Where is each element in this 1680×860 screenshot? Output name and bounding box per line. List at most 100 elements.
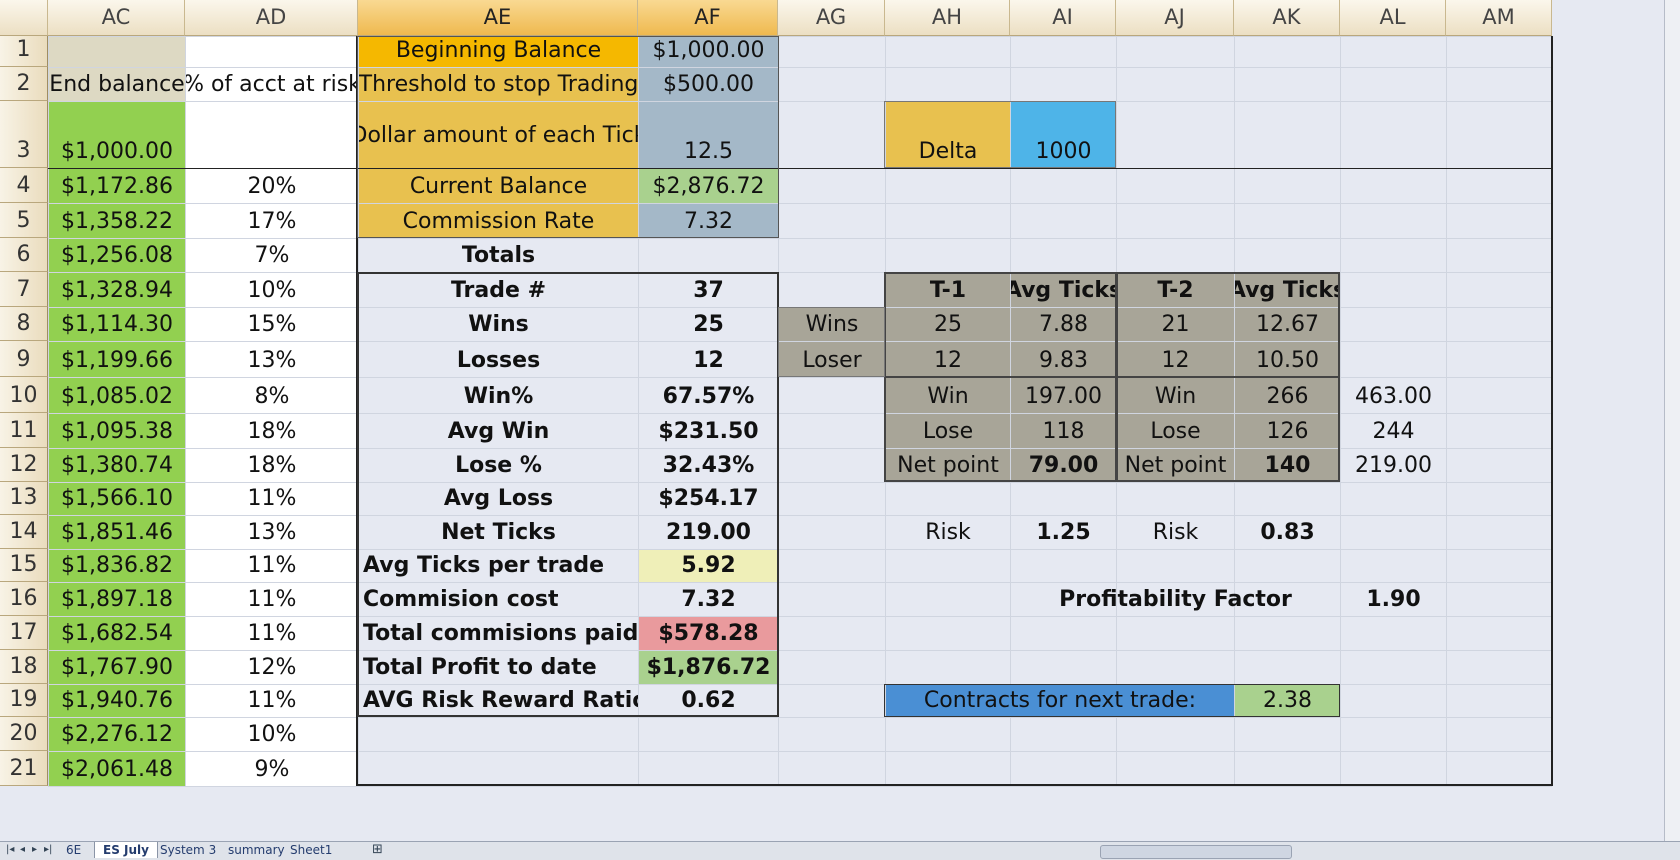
- column-header-ac[interactable]: AC: [48, 0, 185, 36]
- cell-ad8[interactable]: 15%: [186, 308, 358, 341]
- cell-ad18[interactable]: 12%: [186, 651, 358, 684]
- sheet-tab-es-july[interactable]: ES July: [94, 842, 158, 858]
- cell-ak11[interactable]: 126: [1235, 414, 1340, 448]
- cell-ad15[interactable]: 11%: [186, 550, 358, 582]
- row-header-21[interactable]: 21: [0, 751, 48, 786]
- cell-ad2[interactable]: % of acct at risk: [186, 68, 358, 101]
- cell-ad6[interactable]: 7%: [186, 239, 358, 272]
- cell-ah9[interactable]: 12: [886, 342, 1010, 377]
- cell-aj12[interactable]: Net point: [1117, 449, 1234, 482]
- cell-ac19[interactable]: $1,940.76: [49, 685, 185, 717]
- cell-al16[interactable]: 1.90: [1341, 583, 1446, 616]
- cell-ae3[interactable]: Dollar amount of each Tick: [359, 102, 638, 168]
- cell-af18[interactable]: $1,876.72: [639, 651, 778, 684]
- cell-ai9[interactable]: 9.83: [1011, 342, 1116, 377]
- cell-ae10[interactable]: Win%: [359, 378, 638, 413]
- cell-aj7[interactable]: T-2: [1117, 273, 1234, 307]
- cell-ad17[interactable]: 11%: [186, 617, 358, 650]
- cell-ah12[interactable]: Net point: [886, 449, 1010, 482]
- column-header-al[interactable]: AL: [1340, 0, 1446, 36]
- cell-ae19[interactable]: AVG Risk Reward Ratio: [359, 685, 638, 717]
- cell-ad4[interactable]: 20%: [186, 169, 358, 203]
- cell-ad9[interactable]: 13%: [186, 342, 358, 377]
- cell-af16[interactable]: 7.32: [639, 583, 778, 616]
- select-all-corner[interactable]: [0, 0, 48, 36]
- spreadsheet-grid[interactable]: AC AD AE AF AG AH AI AJ AK AL AM 1 2 3 4 5 6 7 8 9 10 11 12 13…: [0, 0, 1664, 841]
- cell-aj10[interactable]: Win: [1117, 378, 1234, 413]
- cell-ac20[interactable]: $2,276.12: [49, 718, 185, 751]
- cell-af7[interactable]: 37: [639, 273, 778, 307]
- row-header-6[interactable]: 6: [0, 238, 48, 272]
- cell-ac11[interactable]: $1,095.38: [49, 414, 185, 448]
- row-header-16[interactable]: 16: [0, 582, 48, 616]
- column-header-ak[interactable]: AK: [1234, 0, 1340, 36]
- cell-ac10[interactable]: $1,085.02: [49, 378, 185, 413]
- cell-ai3[interactable]: 1000: [1011, 102, 1116, 168]
- row-header-15[interactable]: 15: [0, 549, 48, 582]
- cell-ac1[interactable]: [49, 37, 185, 67]
- cell-ae8[interactable]: Wins: [359, 308, 638, 341]
- row-header-20[interactable]: 20: [0, 717, 48, 751]
- cell-ae11[interactable]: Avg Win: [359, 414, 638, 448]
- next-sheet-icon[interactable]: ▸: [32, 844, 37, 855]
- cell-af1[interactable]: $1,000.00: [639, 37, 778, 67]
- first-sheet-icon[interactable]: |◂: [6, 844, 14, 855]
- cell-ak9[interactable]: 10.50: [1235, 342, 1340, 377]
- cell-aj11[interactable]: Lose: [1117, 414, 1234, 448]
- cell-af19[interactable]: 0.62: [639, 685, 778, 717]
- row-header-12[interactable]: 12: [0, 448, 48, 482]
- cell-ad13[interactable]: 11%: [186, 483, 358, 515]
- cell-ac7[interactable]: $1,328.94: [49, 273, 185, 307]
- cell-ac9[interactable]: $1,199.66: [49, 342, 185, 377]
- row-header-3[interactable]: 3: [0, 101, 48, 168]
- cell-ad10[interactable]: 8%: [186, 378, 358, 413]
- cell-ac17[interactable]: $1,682.54: [49, 617, 185, 650]
- row-header-10[interactable]: 10: [0, 377, 48, 413]
- cell-ac12[interactable]: $1,380.74: [49, 449, 185, 482]
- cell-ae1[interactable]: Beginning Balance: [359, 37, 638, 67]
- cell-ae12[interactable]: Lose %: [359, 449, 638, 482]
- cell-af4[interactable]: $2,876.72: [639, 169, 778, 203]
- cell-al10[interactable]: 463.00: [1341, 378, 1446, 413]
- cell-ac6[interactable]: $1,256.08: [49, 239, 185, 272]
- cell-ae16[interactable]: Commision cost: [359, 583, 638, 616]
- cell-ah14[interactable]: Risk: [886, 516, 1010, 549]
- cell-ac14[interactable]: $1,851.46: [49, 516, 185, 549]
- cell-ak7[interactable]: Avg Ticks: [1235, 273, 1340, 307]
- cell-af3[interactable]: 12.5: [639, 102, 778, 168]
- cell-ai7[interactable]: Avg Ticks: [1011, 273, 1116, 307]
- cell-ad11[interactable]: 18%: [186, 414, 358, 448]
- sheet-tab-6e[interactable]: 6E: [58, 842, 89, 858]
- horizontal-scrollbar[interactable]: [1100, 845, 1292, 859]
- cell-ae17[interactable]: Total commisions paid: [359, 617, 638, 650]
- cell-ah8[interactable]: 25: [886, 308, 1010, 341]
- row-header-5[interactable]: 5: [0, 203, 48, 238]
- cell-ad21[interactable]: 9%: [186, 752, 358, 786]
- row-header-14[interactable]: 14: [0, 515, 48, 549]
- cell-af11[interactable]: $231.50: [639, 414, 778, 448]
- cell-ah10[interactable]: Win: [886, 378, 1010, 413]
- insert-sheet-icon[interactable]: ⊞: [372, 842, 383, 857]
- cell-ad12[interactable]: 18%: [186, 449, 358, 482]
- row-header-13[interactable]: 13: [0, 482, 48, 515]
- cell-ai14[interactable]: 1.25: [1011, 516, 1116, 549]
- cell-ak8[interactable]: 12.67: [1235, 308, 1340, 341]
- column-header-ah[interactable]: AH: [885, 0, 1010, 36]
- row-header-9[interactable]: 9: [0, 341, 48, 377]
- cell-ak19[interactable]: 2.38: [1235, 685, 1340, 717]
- cell-ae5[interactable]: Commission Rate: [359, 204, 638, 238]
- cell-ai10[interactable]: 197.00: [1011, 378, 1116, 413]
- cell-aj14[interactable]: Risk: [1117, 516, 1234, 549]
- column-header-ad[interactable]: AD: [185, 0, 358, 36]
- cell-ac3[interactable]: $1,000.00: [49, 102, 185, 168]
- cell-ad5[interactable]: 17%: [186, 204, 358, 238]
- cell-ad20[interactable]: 10%: [186, 718, 358, 751]
- cell-ae7[interactable]: Trade #: [359, 273, 638, 307]
- row-header-8[interactable]: 8: [0, 307, 48, 341]
- cell-af13[interactable]: $254.17: [639, 483, 778, 515]
- cell-ae18[interactable]: Total Profit to date: [359, 651, 638, 684]
- column-header-am[interactable]: AM: [1446, 0, 1552, 36]
- cell-ah3[interactable]: Delta: [886, 102, 1010, 168]
- cell-ah11[interactable]: Lose: [886, 414, 1010, 448]
- column-header-ai[interactable]: AI: [1010, 0, 1116, 36]
